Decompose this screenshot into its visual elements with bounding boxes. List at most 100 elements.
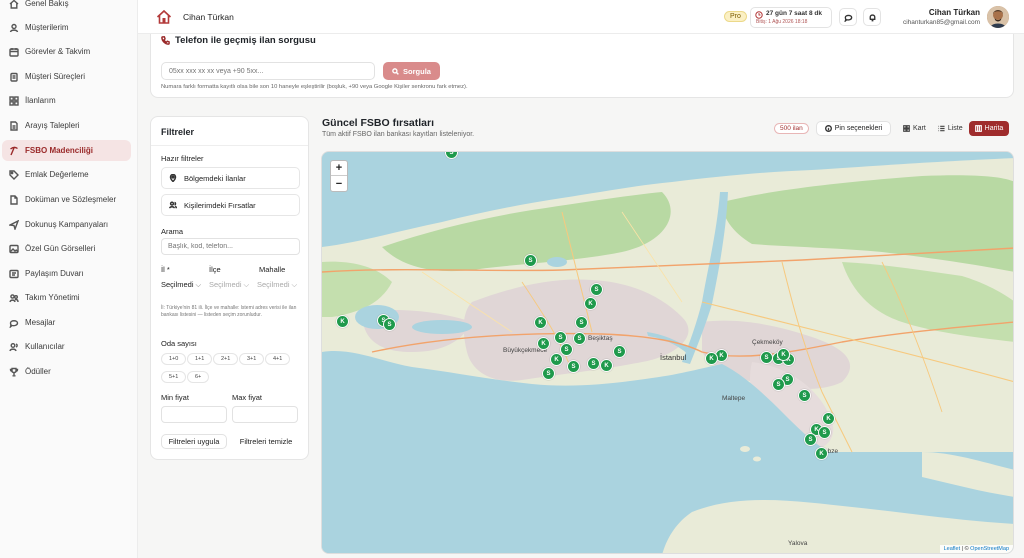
results-subtitle: Tüm aktif FSBO ilan bankası kayıtları li… xyxy=(322,131,475,138)
map-pin[interactable]: K xyxy=(534,316,547,329)
province-label: İl * xyxy=(161,265,170,274)
avatar[interactable] xyxy=(987,6,1009,28)
view-toggle: Kart Liste Harita xyxy=(897,121,1013,136)
zoom-out-button[interactable]: − xyxy=(331,176,347,191)
district-select[interactable]: Seçilmedi ⌵ xyxy=(209,280,249,294)
info-icon xyxy=(824,125,832,132)
map-pin[interactable]: K xyxy=(815,447,828,460)
osm-link[interactable]: OpenStreetMap xyxy=(970,546,1009,552)
neighborhood-select[interactable]: Seçilmedi ⌵ xyxy=(257,280,297,294)
chat-icon xyxy=(9,318,19,328)
pickaxe-icon xyxy=(9,146,19,156)
search-input[interactable] xyxy=(161,238,300,255)
phone-search-input[interactable] xyxy=(161,62,375,80)
room-chip[interactable]: 5+1 xyxy=(161,371,187,383)
sidebar-item-tasks[interactable]: Görevler & Takvim xyxy=(2,41,131,62)
user-photo xyxy=(987,6,1009,28)
map-pin[interactable]: K xyxy=(705,352,718,365)
fsbo-map[interactable]: + − İstanbul Büyükçekmece Beşiktaş Malte… xyxy=(321,151,1014,554)
sidebar-item-overview[interactable]: Genel Bakış xyxy=(2,0,131,14)
clear-filters-button[interactable]: Filtreleri temizle xyxy=(232,434,300,449)
user-name: Cihan Türkan xyxy=(928,8,980,17)
map-label-maltepe: Maltepe xyxy=(722,395,746,402)
image-icon xyxy=(9,244,19,254)
sidebar-item-messages[interactable]: Mesajlar xyxy=(2,312,131,333)
map-pin[interactable]: S xyxy=(524,254,537,267)
sidebar-item-special-days[interactable]: Özel Gün Görselleri xyxy=(2,238,131,259)
map-pin[interactable]: S xyxy=(542,367,555,380)
sidebar-item-listings[interactable]: İlanlarım xyxy=(2,90,131,111)
sidebar-item-label: Doküman ve Sözleşmeler xyxy=(25,195,117,204)
max-price-label: Max fiyat xyxy=(232,393,263,402)
map-pin[interactable]: S xyxy=(575,316,588,329)
map-pin[interactable]: K xyxy=(336,315,349,328)
map-pin[interactable]: S xyxy=(567,360,580,373)
messages-button[interactable] xyxy=(839,8,857,26)
phone-query-title: Telefon ile geçmiş ilan sorgusu xyxy=(161,35,316,46)
notifications-button[interactable] xyxy=(863,8,881,26)
listing-count-badge: 500 ilan xyxy=(774,123,809,134)
sidebar-item-requests[interactable]: Arayış Talepleri xyxy=(2,115,131,136)
leaflet-link[interactable]: Leaflet xyxy=(944,546,961,552)
map-pin[interactable]: S xyxy=(804,433,817,446)
min-price-label: Min fiyat xyxy=(161,393,189,402)
apply-filters-button[interactable]: Filtreleri uygula xyxy=(161,434,227,449)
map-pin[interactable]: S xyxy=(613,345,626,358)
trial-countdown: 27 gün 7 saat 8 dk Bitiş: 1 Ağu 2026 18:… xyxy=(750,7,832,28)
map-pin[interactable]: S xyxy=(560,343,573,356)
map-pin[interactable]: K xyxy=(600,359,613,372)
quick-filter-my-contacts[interactable]: Kişilerimdeki Fırsatlar xyxy=(161,194,300,216)
zoom-in-button[interactable]: + xyxy=(331,161,347,176)
view-map-button[interactable]: Harita xyxy=(968,121,1010,136)
sidebar-item-share-wall[interactable]: Paylaşım Duvarı xyxy=(2,263,131,284)
map-pin[interactable]: S xyxy=(798,389,811,402)
users-icon xyxy=(9,23,19,33)
room-chip[interactable]: 4+1 xyxy=(265,353,291,365)
map-pin[interactable]: S xyxy=(818,426,831,439)
map-pin[interactable]: K xyxy=(584,297,597,310)
map-pin[interactable]: K xyxy=(537,337,550,350)
map-pin[interactable]: K xyxy=(822,412,835,425)
sidebar-item-rewards[interactable]: Ödüller xyxy=(2,361,131,382)
view-list-button[interactable]: Liste xyxy=(932,121,969,136)
map-pin[interactable]: K xyxy=(777,348,790,361)
room-chip[interactable]: 3+1 xyxy=(239,353,265,365)
search-label: Arama xyxy=(161,227,184,236)
map-pin[interactable]: S xyxy=(383,318,396,331)
map-pin[interactable]: S xyxy=(772,378,785,391)
sidebar-item-fsbo[interactable]: FSBO Madenciliği xyxy=(2,140,131,161)
sidebar-item-customers[interactable]: Müşterilerim xyxy=(2,17,131,38)
room-chip[interactable]: 2+1 xyxy=(213,353,239,365)
room-chip[interactable]: 6+ xyxy=(187,371,210,383)
min-price-input[interactable] xyxy=(161,406,227,423)
quick-filter-my-region[interactable]: Bölgemdeki İlanlar xyxy=(161,167,300,189)
room-chip[interactable]: 1+1 xyxy=(187,353,213,365)
house-logo-icon xyxy=(156,9,172,24)
map-label-yalova: Yalova xyxy=(788,540,808,547)
sidebar-item-documents[interactable]: Doküman ve Sözleşmeler xyxy=(2,189,131,210)
sidebar-item-users[interactable]: Kullanıcılar xyxy=(2,336,131,357)
pin-options-button[interactable]: Pin seçenekleri xyxy=(816,121,891,136)
district-label: İlçe xyxy=(209,265,221,274)
sidebar-item-processes[interactable]: Müşteri Süreçleri xyxy=(2,66,131,87)
view-card-button[interactable]: Kart xyxy=(897,121,932,136)
bell-icon xyxy=(869,13,875,21)
quick-filters-label: Hazır filtreler xyxy=(161,154,204,163)
chevron-down-icon: ⌵ xyxy=(291,280,298,289)
map-pin[interactable]: S xyxy=(590,283,603,296)
map-pin[interactable]: S xyxy=(587,357,600,370)
sidebar-item-valuation[interactable]: Emlak Değerleme xyxy=(2,164,131,185)
chevron-down-icon: ⌵ xyxy=(195,280,202,289)
province-select[interactable]: Seçilmedi ⌵ xyxy=(161,280,201,294)
query-button[interactable]: Sorgula xyxy=(383,62,440,80)
grid-icon xyxy=(903,125,910,132)
sidebar-item-team[interactable]: Takım Yönetimi xyxy=(2,287,131,308)
trophy-icon xyxy=(9,367,19,377)
clipboard-icon xyxy=(9,72,19,82)
map-icon xyxy=(974,125,982,132)
room-chip[interactable]: 1+0 xyxy=(161,353,187,365)
map-pin[interactable]: S xyxy=(573,332,586,345)
sidebar-item-campaigns[interactable]: Dokunuş Kampanyaları xyxy=(2,214,131,235)
max-price-input[interactable] xyxy=(232,406,298,423)
map-pin[interactable]: K xyxy=(550,353,563,366)
